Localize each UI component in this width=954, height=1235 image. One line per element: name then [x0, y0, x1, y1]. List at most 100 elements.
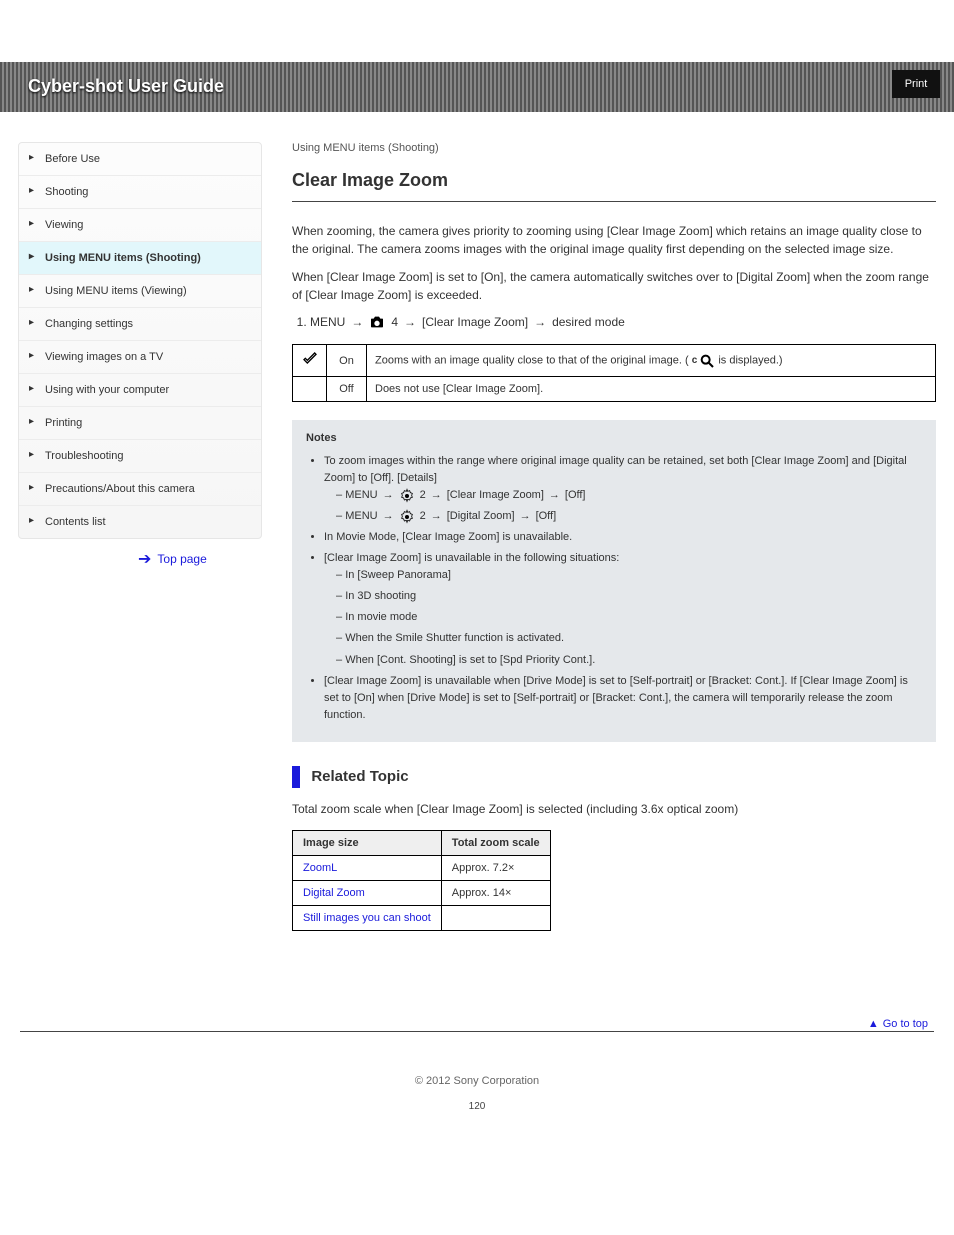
sidebar-item-shooting[interactable]: Shooting: [19, 176, 261, 209]
mode-table: On Zooms with an image quality close to …: [292, 344, 936, 402]
arrow-icon: →: [383, 508, 394, 525]
sub-tab: 2: [420, 508, 426, 525]
step-1: MENU → 4 → [Clear Image Zoom] → desired …: [310, 314, 936, 330]
cell-zooml[interactable]: ZoomL: [293, 855, 442, 880]
path-mode: desired mode: [552, 315, 625, 329]
sidebar-item-menu-viewing[interactable]: Using MENU items (Viewing): [19, 275, 261, 308]
related-title: Related Topic: [311, 768, 408, 785]
guide-title: Cyber-shot User Guide: [28, 76, 224, 97]
sidebar-list: Before Use Shooting Viewing Using MENU i…: [18, 142, 262, 539]
gear-icon: [399, 509, 415, 525]
arrow-icon: →: [431, 508, 442, 525]
th-size: Image size: [293, 830, 442, 855]
arrow-right-icon: ➔: [138, 549, 151, 569]
clear-zoom-indicator: c: [692, 353, 716, 369]
arrow-icon: →: [431, 487, 442, 504]
table-row: ZoomL Approx. 7.2×: [293, 855, 551, 880]
top-page-link[interactable]: ➔ Top page: [18, 549, 207, 569]
sub-value: [Off]: [565, 487, 586, 504]
desc-prefix: Zooms with an image quality close to tha…: [375, 354, 689, 366]
table-row: Still images you can shoot: [293, 905, 551, 930]
sidebar-item-menu-shooting[interactable]: Using MENU items (Shooting): [19, 242, 261, 275]
sidebar: Before Use Shooting Viewing Using MENU i…: [18, 142, 262, 931]
related-table: Image size Total zoom scale ZoomL Approx…: [292, 830, 551, 931]
sub-menu: MENU: [345, 487, 377, 504]
table-row: Digital Zoom Approx. 14×: [293, 880, 551, 905]
camera-icon: [369, 314, 385, 330]
sidebar-item-troubleshooting[interactable]: Troubleshooting: [19, 440, 261, 473]
cell-digital[interactable]: Digital Zoom: [293, 880, 442, 905]
cell-still[interactable]: Still images you can shoot: [293, 905, 442, 930]
top-page-label: Top page: [157, 552, 206, 566]
cell-still-val: [441, 905, 550, 930]
note-bullet-3: [Clear Image Zoom] is unavailable in the…: [324, 550, 922, 668]
note3-text: [Clear Image Zoom] is unavailable in the…: [324, 552, 619, 564]
arrow-icon: →: [549, 487, 560, 504]
note1-sub1: MENU → 2 → [Clear Image Zoom] → [Off]: [336, 487, 922, 504]
notes-box: Notes To zoom images within the range wh…: [292, 420, 936, 742]
table-row: Off Does not use [Clear Image Zoom].: [293, 377, 936, 402]
banner: Cyber-shot User Guide Print: [0, 62, 954, 112]
main-content: Using MENU items (Shooting) Clear Image …: [292, 142, 936, 931]
sidebar-item-computer[interactable]: Using with your computer: [19, 374, 261, 407]
print-button[interactable]: Print: [892, 70, 940, 98]
breadcrumb: Using MENU items (Shooting): [292, 142, 936, 154]
sidebar-item-viewing[interactable]: Viewing: [19, 209, 261, 242]
sidebar-item-contents-list[interactable]: Contents list: [19, 506, 261, 538]
cell-zooml-val: Approx. 7.2×: [441, 855, 550, 880]
page-number: 120: [0, 1101, 954, 1112]
cell-digital-val: Approx. 14×: [441, 880, 550, 905]
sidebar-item-precautions[interactable]: Precautions/About this camera: [19, 473, 261, 506]
arrow-icon: →: [351, 315, 363, 329]
magnifier-icon: [699, 353, 715, 369]
sub-item: [Clear Image Zoom]: [447, 487, 544, 504]
steps-list: MENU → 4 → [Clear Image Zoom] → desired …: [292, 314, 936, 330]
go-top-label: Go to top: [883, 1018, 928, 1030]
mode-label-on: On: [327, 345, 367, 377]
arrow-icon: →: [404, 315, 416, 329]
go-to-top-link[interactable]: ▲ Go to top: [868, 1018, 928, 1030]
note3-sub1: In [Sweep Panorama]: [336, 567, 922, 584]
note1-sub2: MENU → 2 → [Digital Zoom] → [Off]: [336, 508, 922, 525]
check-cell: [293, 345, 327, 377]
mode-desc-on: Zooms with an image quality close to tha…: [367, 345, 936, 377]
accent-bar: [292, 766, 300, 788]
empty-cell: [293, 377, 327, 402]
path-tab: 4: [391, 315, 398, 329]
path-item: [Clear Image Zoom]: [422, 315, 528, 329]
table-header-row: Image size Total zoom scale: [293, 830, 551, 855]
check-icon: [302, 351, 318, 367]
desc-suffix: is displayed.): [718, 354, 782, 366]
notes-title: Notes: [306, 430, 922, 447]
triangle-up-icon: ▲: [868, 1018, 879, 1030]
note-bullet-2: In Movie Mode, [Clear Image Zoom] is una…: [324, 529, 922, 546]
sidebar-item-printing[interactable]: Printing: [19, 407, 261, 440]
arrow-icon: →: [534, 315, 546, 329]
mode-label-off: Off: [327, 377, 367, 402]
arrow-icon: →: [520, 508, 531, 525]
table-row: On Zooms with an image quality close to …: [293, 345, 936, 377]
th-scale: Total zoom scale: [441, 830, 550, 855]
arrow-icon: →: [383, 487, 394, 504]
path-menu: MENU: [310, 315, 345, 329]
sub-tab: 2: [420, 487, 426, 504]
sidebar-item-changing-settings[interactable]: Changing settings: [19, 308, 261, 341]
footer-copyright: © 2012 Sony Corporation: [0, 1075, 954, 1087]
page-title: Clear Image Zoom: [292, 170, 936, 191]
note-bullet-4: [Clear Image Zoom] is unavailable when […: [324, 673, 922, 724]
intro-para-2: When [Clear Image Zoom] is set to [On], …: [292, 268, 936, 304]
sidebar-item-viewing-tv[interactable]: Viewing images on a TV: [19, 341, 261, 374]
mode-desc-off: Does not use [Clear Image Zoom].: [367, 377, 936, 402]
title-divider: [292, 201, 936, 202]
note3-sub5: When [Cont. Shooting] is set to [Spd Pri…: [336, 652, 922, 669]
bottom-bar: ▲ Go to top: [20, 1031, 934, 1051]
related-intro: Total zoom scale when [Clear Image Zoom]…: [292, 800, 936, 818]
note3-sub4: When the Smile Shutter function is activ…: [336, 630, 922, 647]
note1-text: To zoom images within the range where or…: [324, 455, 907, 484]
related-topic: Related Topic Total zoom scale when [Cle…: [292, 766, 936, 931]
sub-menu: MENU: [345, 508, 377, 525]
sidebar-item-before-use[interactable]: Before Use: [19, 143, 261, 176]
note3-sub2: In 3D shooting: [336, 588, 922, 605]
note3-sub3: In movie mode: [336, 609, 922, 626]
intro-para-1: When zooming, the camera gives priority …: [292, 222, 936, 258]
